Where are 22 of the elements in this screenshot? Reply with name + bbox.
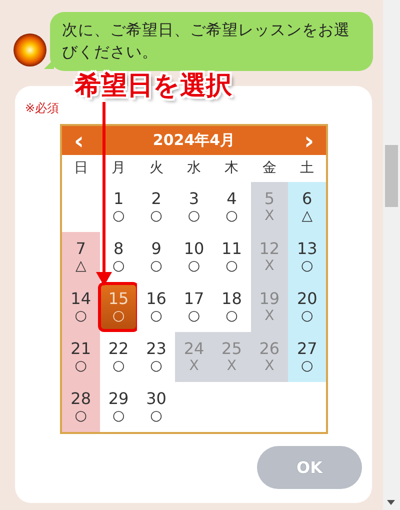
scrollbar-thumb[interactable] [385, 145, 398, 207]
weekday-label: 金 [261, 159, 278, 178]
weekday-label: 月 [110, 159, 127, 178]
day-cell[interactable]: 14 ○ [62, 282, 100, 332]
message-text: 次に、ご希望日、ご希望レッスンをお選びください。 [62, 21, 350, 61]
weekday-label: 水 [186, 159, 202, 178]
day-cell[interactable]: 13 ○ [288, 232, 326, 282]
weekday-label: 火 [148, 159, 164, 178]
weekday-label: 木 [224, 159, 240, 178]
weekday-label: 日 [72, 159, 89, 178]
month-title: 2024年4月 [152, 131, 236, 150]
avatar-icon [13, 33, 47, 67]
day-cell[interactable]: 21 ○ [62, 332, 100, 382]
day-cell[interactable]: 27 ○ [288, 332, 326, 382]
day-cell[interactable]: 28 ○ [62, 382, 100, 432]
day-cell[interactable]: 7 △ [62, 232, 100, 282]
day-cell[interactable]: 20 ○ [288, 282, 326, 332]
scroll-down-icon[interactable] [387, 500, 395, 505]
required-label: ※必須 [25, 100, 60, 116]
weekday-label: 土 [299, 159, 316, 178]
day-cell[interactable]: 6 △ [288, 182, 326, 232]
annotation-label: 希望日を選択 [75, 70, 232, 102]
